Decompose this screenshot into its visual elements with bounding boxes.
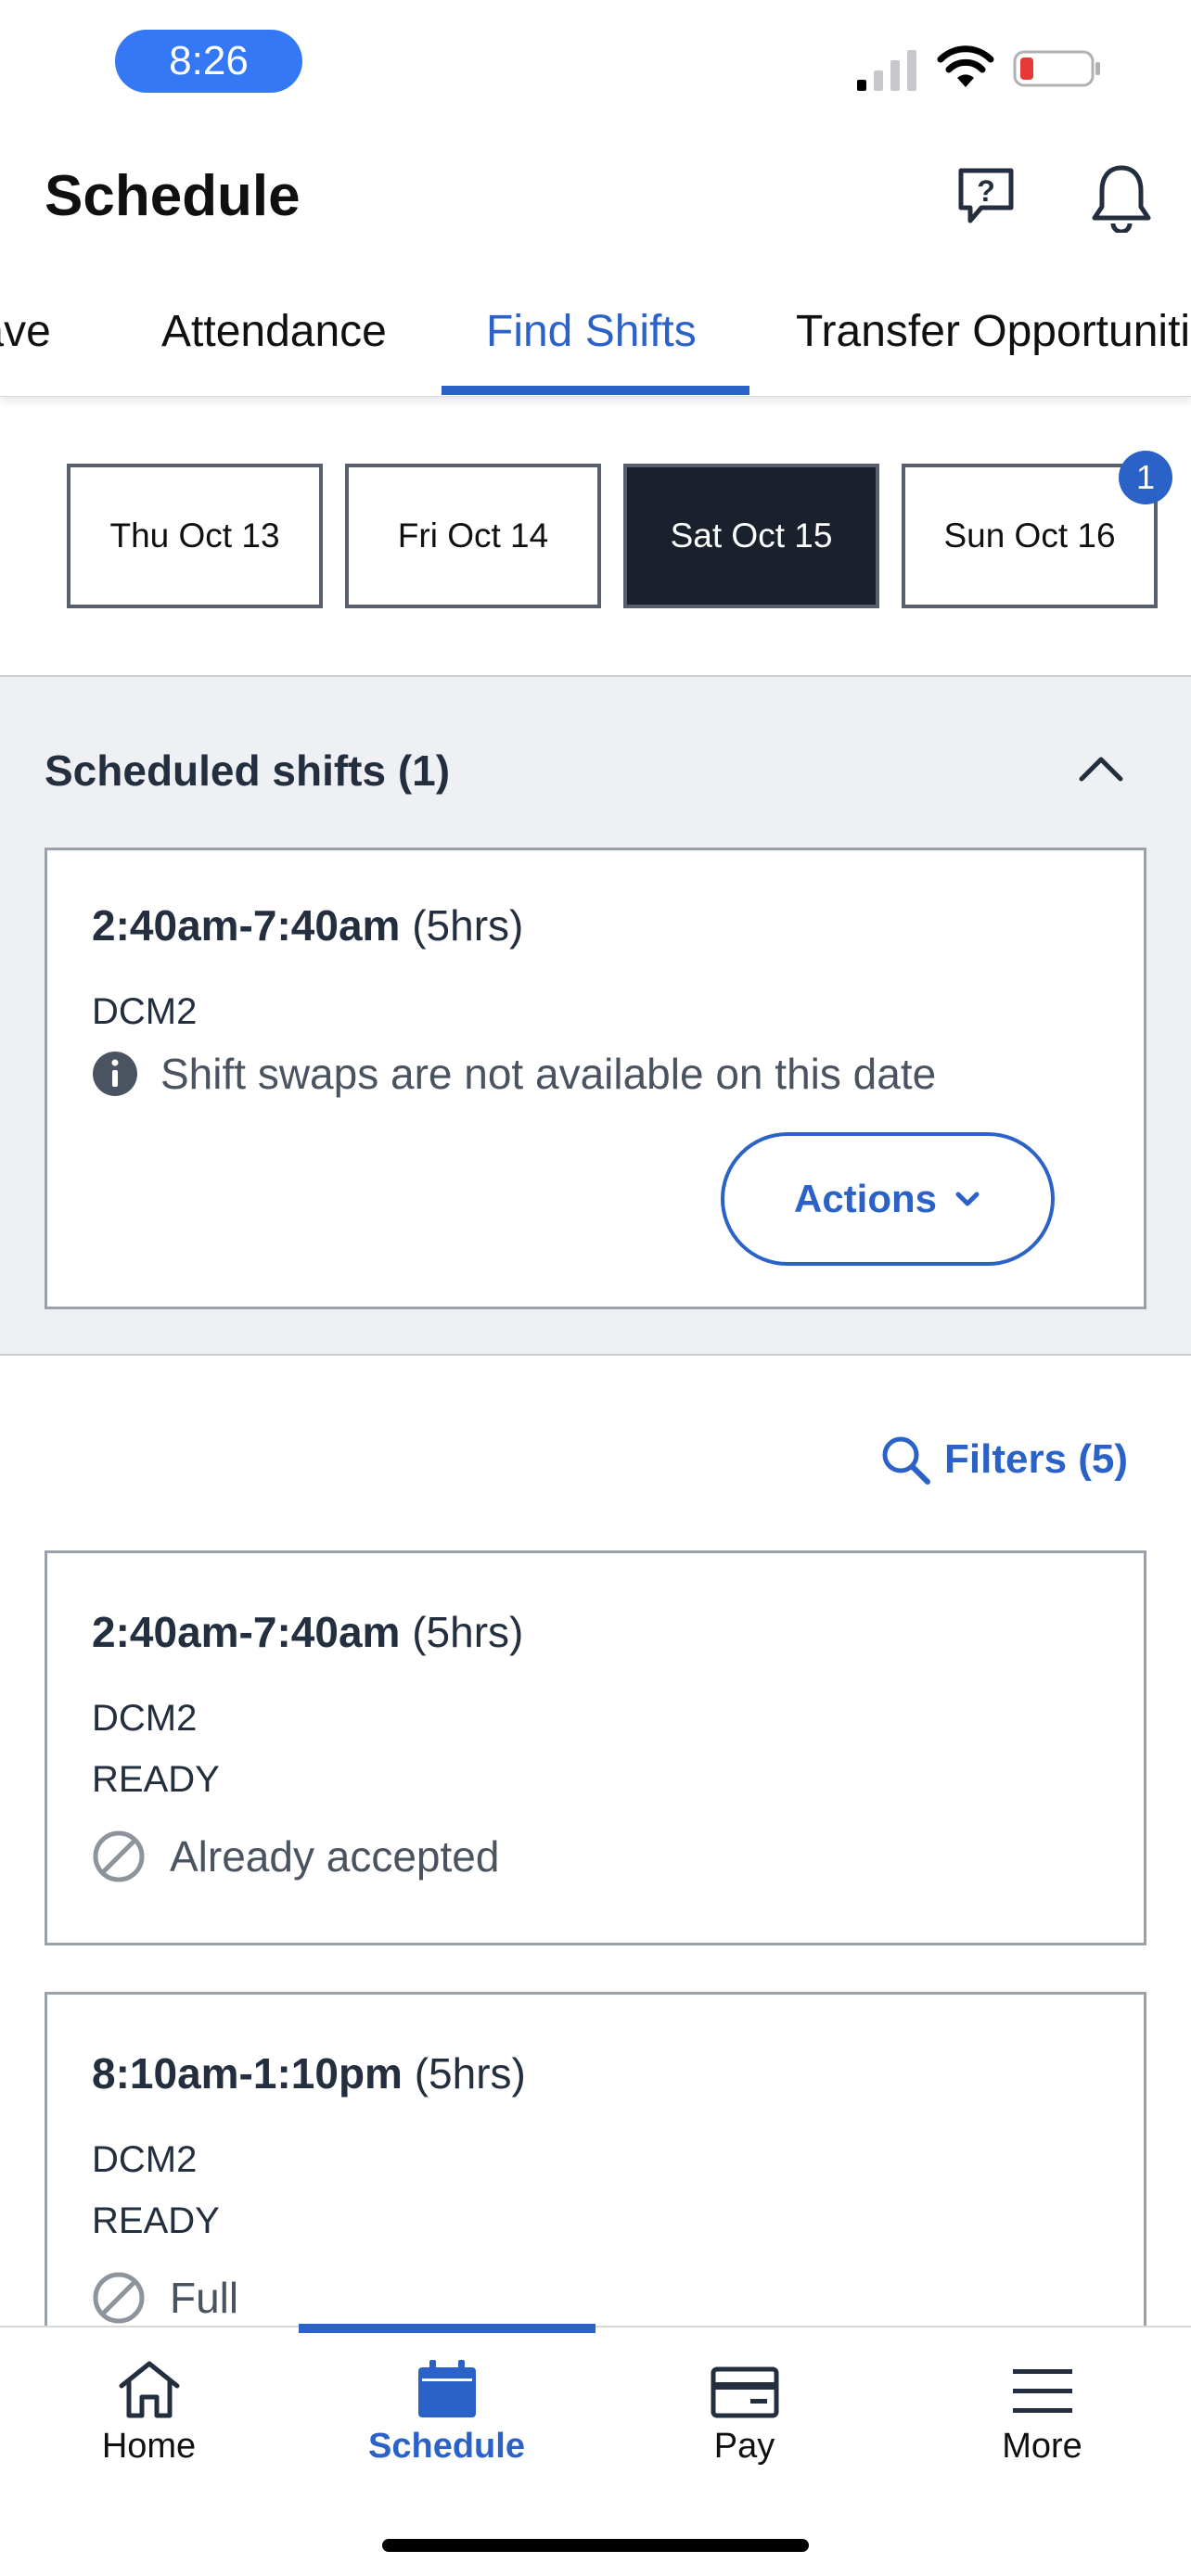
date-chip-fri[interactable]: Fri Oct 14 bbox=[345, 464, 601, 608]
chevron-down-icon bbox=[955, 1192, 980, 1206]
shift-availability: Full bbox=[170, 2274, 239, 2322]
notifications-bell-icon[interactable] bbox=[1082, 158, 1161, 237]
tab-find-shifts[interactable]: Find Shifts bbox=[486, 306, 697, 357]
shift-time-range: 2:40am-7:40am bbox=[92, 901, 401, 950]
nav-label: Home bbox=[101, 2427, 197, 2466]
date-chip-sun[interactable]: Sun Oct 16 1 bbox=[902, 451, 1172, 608]
calendar-icon bbox=[417, 2360, 476, 2417]
actions-button[interactable]: Actions bbox=[721, 1132, 1055, 1266]
prohibited-icon bbox=[93, 2272, 145, 2324]
schedule-tabs: Leave Attendance Find Shifts Transfer Op… bbox=[0, 278, 1191, 397]
wallet-icon bbox=[711, 2366, 778, 2418]
nav-more[interactable]: More bbox=[893, 2327, 1191, 2467]
date-chip-label: Sun Oct 16 bbox=[943, 516, 1116, 555]
date-selector: Thu Oct 13 Fri Oct 14 Sat Oct 15 Sun Oct… bbox=[0, 451, 1191, 608]
shift-time-range: 8:10am-1:10pm bbox=[92, 2049, 403, 2098]
cellular-signal-icon bbox=[857, 50, 916, 91]
actions-label: Actions bbox=[793, 1177, 937, 1220]
info-icon bbox=[93, 1052, 137, 1096]
shift-site: DCM2 bbox=[92, 2139, 198, 2180]
menu-icon bbox=[1012, 2369, 1072, 2413]
tab-attendance[interactable]: Attendance bbox=[161, 306, 387, 357]
date-chip-label: Sat Oct 15 bbox=[670, 516, 833, 555]
nav-schedule[interactable]: Schedule bbox=[298, 2327, 596, 2467]
date-chip-sat[interactable]: Sat Oct 15 bbox=[623, 464, 879, 608]
active-tab-indicator bbox=[442, 386, 749, 395]
scheduled-shift-card: 2:40am-7:40am (5hrs) DCM2 Shift swaps ar… bbox=[45, 848, 1146, 1309]
date-badge: 1 bbox=[1119, 451, 1172, 504]
date-chip-label: Fri Oct 14 bbox=[397, 516, 549, 555]
nav-label: Pay bbox=[713, 2427, 775, 2466]
home-icon bbox=[119, 2361, 179, 2418]
tab-leave[interactable]: Leave bbox=[0, 306, 51, 357]
shift-time: 8:10am-1:10pm (5hrs) bbox=[92, 2048, 526, 2098]
shift-time: 2:40am-7:40am (5hrs) bbox=[92, 1607, 523, 1657]
nav-pay[interactable]: Pay bbox=[596, 2327, 893, 2467]
prohibited-icon bbox=[93, 1830, 145, 1882]
shift-site: DCM2 bbox=[92, 991, 198, 1032]
search-icon bbox=[882, 1436, 930, 1485]
nav-label: More bbox=[1002, 2427, 1082, 2466]
shift-availability-row: Already accepted bbox=[92, 1830, 499, 1883]
shift-time-range: 2:40am-7:40am bbox=[92, 1608, 401, 1656]
shift-site: DCM2 bbox=[92, 1698, 198, 1739]
shift-time: 2:40am-7:40am (5hrs) bbox=[92, 900, 523, 950]
shift-duration: (5hrs) bbox=[414, 2049, 526, 2098]
date-chip-thu[interactable]: Thu Oct 13 bbox=[67, 464, 323, 608]
chevron-up-icon[interactable] bbox=[1069, 746, 1133, 792]
page-title: Schedule bbox=[45, 164, 301, 228]
filters-button[interactable]: Filters (5) bbox=[879, 1434, 1128, 1486]
help-chat-icon[interactable]: ? bbox=[946, 158, 1026, 237]
tab-transfer-opportunities[interactable]: Transfer Opportunities bbox=[796, 306, 1191, 357]
shift-availability-row: Full bbox=[92, 2271, 238, 2325]
shift-info-text: Shift swaps are not available on this da… bbox=[160, 1050, 937, 1098]
available-shift-card[interactable]: 2:40am-7:40am (5hrs) DCM2 READY Already … bbox=[45, 1550, 1146, 1945]
shift-duration: (5hrs) bbox=[412, 1608, 524, 1656]
scheduled-shifts-section: Scheduled shifts (1) 2:40am-7:40am (5hrs… bbox=[0, 675, 1191, 1356]
shift-info-row: Shift swaps are not available on this da… bbox=[92, 1049, 936, 1099]
svg-text:?: ? bbox=[977, 174, 995, 208]
shift-status: READY bbox=[92, 1759, 220, 1800]
date-chip-label: Thu Oct 13 bbox=[109, 516, 280, 555]
battery-icon bbox=[1013, 50, 1100, 87]
home-indicator-bar bbox=[382, 2539, 809, 2552]
app-header: Schedule ? bbox=[0, 130, 1191, 269]
shift-availability: Already accepted bbox=[170, 1832, 500, 1881]
shift-status: READY bbox=[92, 2200, 220, 2241]
shift-duration: (5hrs) bbox=[412, 901, 524, 950]
nav-home[interactable]: Home bbox=[0, 2327, 298, 2467]
status-bar: 8:26 bbox=[0, 0, 1191, 130]
nav-label: Schedule bbox=[368, 2427, 525, 2466]
wifi-icon bbox=[937, 45, 994, 87]
scheduled-shifts-title: Scheduled shifts (1) bbox=[45, 746, 451, 795]
status-time: 8:26 bbox=[115, 30, 302, 93]
filters-label: Filters (5) bbox=[944, 1436, 1129, 1482]
